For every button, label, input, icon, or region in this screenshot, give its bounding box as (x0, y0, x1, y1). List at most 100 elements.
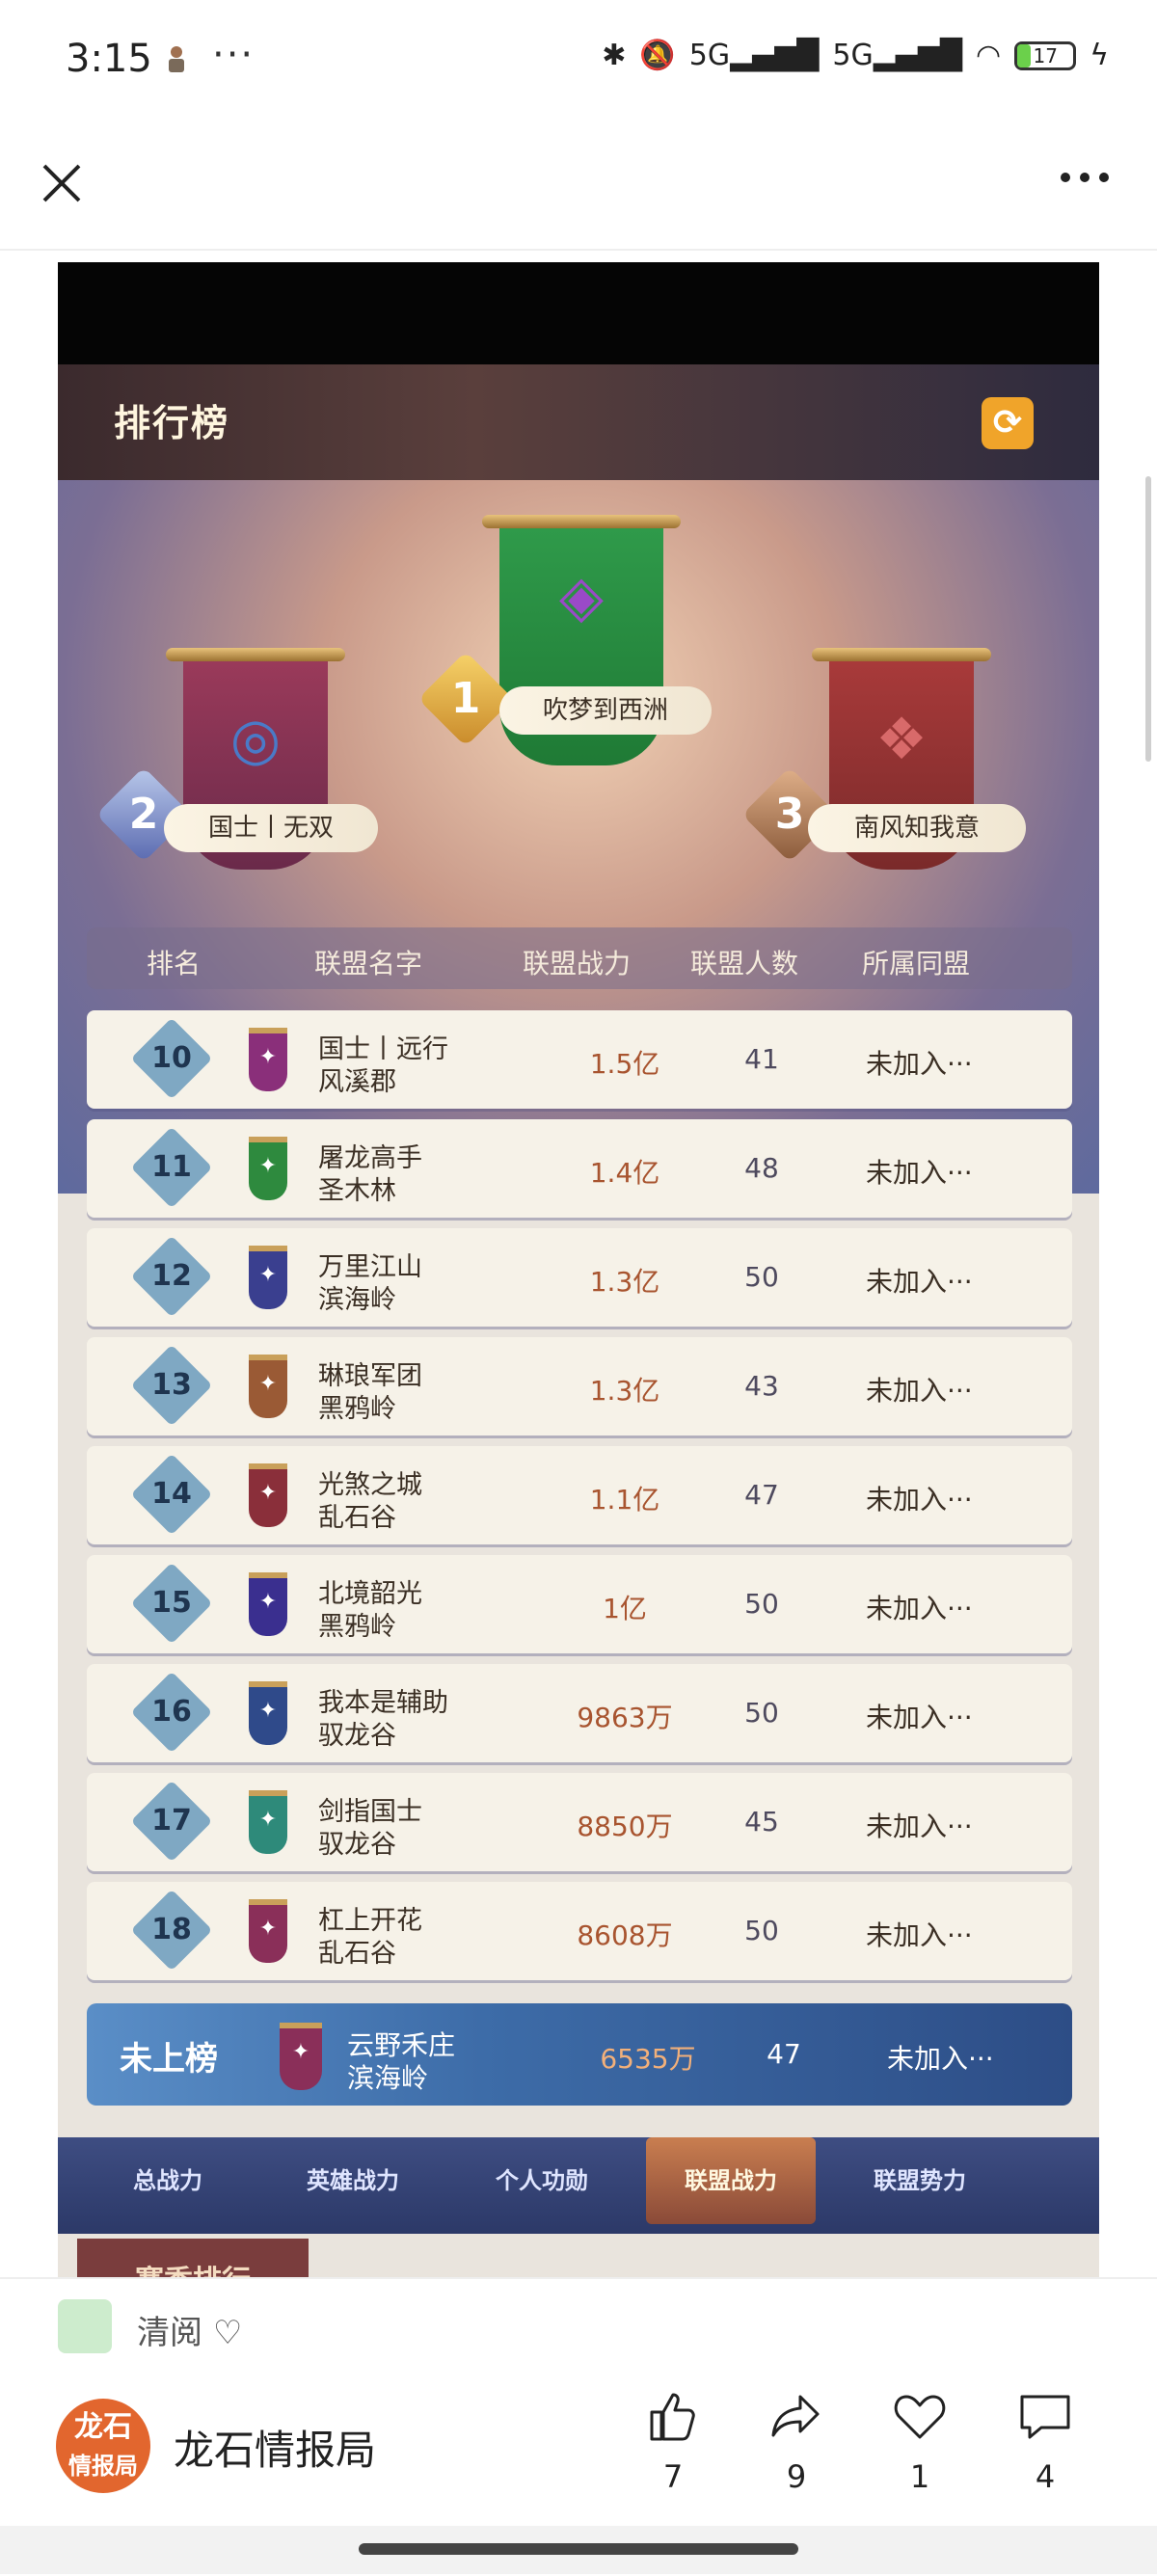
alliance-flag-icon: ✦ (249, 1790, 287, 1854)
table-row[interactable]: 18 ✦ 杠上开花 乱石谷 8608万 50 未加入··· (87, 1882, 1072, 1980)
column-members: 联盟人数 (690, 948, 799, 979)
podium-name-1: 吹梦到西洲 (499, 686, 712, 735)
tab-personal-merit[interactable]: 个人功勋 (457, 2137, 627, 2224)
author-name[interactable]: 龙石情报局 (174, 2418, 376, 2477)
like-count: 7 (662, 2458, 684, 2495)
alliance-power: 9863万 (577, 1702, 673, 1733)
alliance-union: 未加入··· (866, 1375, 973, 1407)
close-icon (42, 164, 81, 202)
alliance-members: 41 (744, 1043, 779, 1075)
alliance-union: 未加入··· (866, 1266, 973, 1298)
avatar-text-line2: 情报局 (68, 2453, 138, 2480)
column-alliance: 所属同盟 (862, 948, 971, 979)
favorite-count: 1 (909, 2458, 930, 2495)
refresh-button[interactable]: ⟳ (982, 397, 1034, 449)
alliance-region: 乱石谷 (318, 1503, 396, 1533)
more-options-button[interactable] (1051, 159, 1118, 207)
alliance-power: 1.1亿 (589, 1484, 660, 1516)
alliance-union: 未加入··· (866, 1702, 973, 1733)
alliance-members: 43 (744, 1370, 779, 1402)
rank-badge: 13 (130, 1344, 213, 1427)
scrollbar[interactable] (1145, 476, 1151, 762)
alliance-flag-icon: ✦ (249, 1681, 287, 1745)
table-row[interactable]: 12 ✦ 万里江山 滨海岭 1.3亿 50 未加入··· (87, 1228, 1072, 1327)
tab-alliance-influence[interactable]: 联盟势力 (835, 2137, 1005, 2224)
rank-badge: 17 (130, 1780, 213, 1863)
alliance-flag-icon: ✦ (249, 1246, 287, 1309)
own-alliance-row[interactable]: 未上榜 ✦ 云野禾庄 滨海岭 6535万 47 未加入··· (87, 2003, 1072, 2106)
podium-name-2: 国士丨无双 (164, 804, 378, 852)
tab-hero-power[interactable]: 英雄战力 (268, 2137, 438, 2224)
alliance-union: 未加入··· (866, 1593, 973, 1624)
table-row[interactable]: 14 ✦ 光煞之城 乱石谷 1.1亿 47 未加入··· (87, 1446, 1072, 1544)
notification-icon (164, 44, 189, 73)
comment-button[interactable]: 4 (1007, 2387, 1084, 2495)
tab-total-power[interactable]: 总战力 (83, 2137, 253, 2224)
alliance-members: 50 (744, 1261, 779, 1293)
share-icon (771, 2395, 820, 2437)
table-row[interactable]: 15 ✦ 北境韶光 黑鸦岭 1亿 50 未加入··· (87, 1555, 1072, 1653)
rank-badge: 16 (130, 1671, 213, 1754)
alliance-flag-icon: ✦ (249, 1355, 287, 1418)
alliance-power: 6535万 (600, 2043, 696, 2075)
alliance-union: 未加入··· (866, 1157, 973, 1189)
battery-icon: 17 (1014, 40, 1077, 70)
charging-icon: ϟ (1090, 39, 1109, 72)
rank-badge: 12 (130, 1235, 213, 1318)
table-row[interactable]: 16 ✦ 我本是辅助 驭龙谷 9863万 50 未加入··· (87, 1664, 1072, 1762)
alliance-region: 黑鸦岭 (318, 1394, 396, 1424)
table-row[interactable]: 17 ✦ 剑指国士 驭龙谷 8850万 45 未加入··· (87, 1773, 1072, 1871)
rank-badge: 10 (130, 1017, 213, 1100)
alliance-region: 驭龙谷 (318, 1721, 396, 1751)
signal-5g-icon-2: 5G▂▄▆█ (832, 39, 963, 72)
column-rank: 排名 (147, 948, 202, 979)
favorite-button[interactable]: 1 (881, 2387, 958, 2495)
topic-link[interactable]: 清阅 ♡ (137, 2306, 242, 2353)
like-button[interactable]: 7 (634, 2387, 712, 2495)
rank-badge: 18 (130, 1889, 213, 1972)
alliance-union: 未加入··· (866, 1484, 973, 1516)
topic-icon (58, 2299, 112, 2353)
alliance-region: 圣木林 (318, 1176, 396, 1206)
alliance-members: 47 (744, 1479, 779, 1511)
alliance-flag-icon: ✦ (249, 1463, 287, 1527)
avatar-text-line1: 龙石 (74, 2410, 132, 2444)
rank-badge: 11 (130, 1126, 213, 1209)
share-count: 9 (786, 2458, 807, 2495)
bluetooth-icon: ✱ (602, 39, 627, 72)
comment-icon (1020, 2395, 1070, 2439)
thumbs-up-icon (650, 2393, 695, 2441)
author-avatar[interactable]: 龙石 情报局 (56, 2399, 150, 2493)
alliance-power: 1.5亿 (589, 1048, 660, 1080)
heart-icon (894, 2395, 946, 2439)
game-screenshot: 排行榜 ⟳ ◈ 1 吹梦到西洲 ◎ 2 国士丨无双 ❖ 3 南风知我意 排名 联… (58, 262, 1099, 2277)
status-time: 3:15 (66, 37, 152, 81)
alliance-members: 45 (744, 1806, 779, 1838)
divider (0, 249, 1157, 251)
alliance-union: 未加入··· (866, 1919, 973, 1951)
alliance-power: 1亿 (603, 1593, 647, 1624)
tab-alliance-power[interactable]: 联盟战力 (646, 2137, 816, 2224)
emblem-icon: ◈ (558, 563, 605, 631)
table-row[interactable]: 10 ✦ 国士丨远行 风溪郡 1.5亿 41 未加入··· (87, 1010, 1072, 1109)
alliance-power: 1.3亿 (589, 1266, 660, 1298)
alliance-power: 8608万 (577, 1919, 673, 1951)
alliance-union: 未加入··· (866, 1048, 973, 1080)
game-tab-bar: 总战力 英雄战力 个人功勋 联盟战力 联盟势力 (58, 2137, 1099, 2234)
alliance-flag-icon: ✦ (280, 2023, 322, 2090)
alliance-region: 滨海岭 (347, 2062, 429, 2094)
column-name: 联盟名字 (314, 948, 423, 979)
more-icon (1061, 173, 1109, 182)
close-button[interactable] (33, 154, 91, 212)
status-icons: ✱ 🔕 5G▂▄▆█ 5G▂▄▆█ ◠ 17 ϟ (602, 39, 1109, 72)
alliance-flag-icon: ✦ (249, 1572, 287, 1636)
alliance-power: 8850万 (577, 1811, 673, 1842)
table-row[interactable]: 13 ✦ 琳琅军团 黑鸦岭 1.3亿 43 未加入··· (87, 1337, 1072, 1436)
home-indicator[interactable] (359, 2543, 798, 2555)
share-button[interactable]: 9 (758, 2387, 835, 2495)
alliance-region: 滨海岭 (318, 1285, 396, 1315)
table-row[interactable]: 11 ✦ 屠龙高手 圣木林 1.4亿 48 未加入··· (87, 1119, 1072, 1218)
game-top-band (58, 262, 1099, 364)
season-ranking-button[interactable]: 赛季排行 (77, 2239, 309, 2277)
heart-outline-icon: ♡ (212, 2314, 243, 2352)
